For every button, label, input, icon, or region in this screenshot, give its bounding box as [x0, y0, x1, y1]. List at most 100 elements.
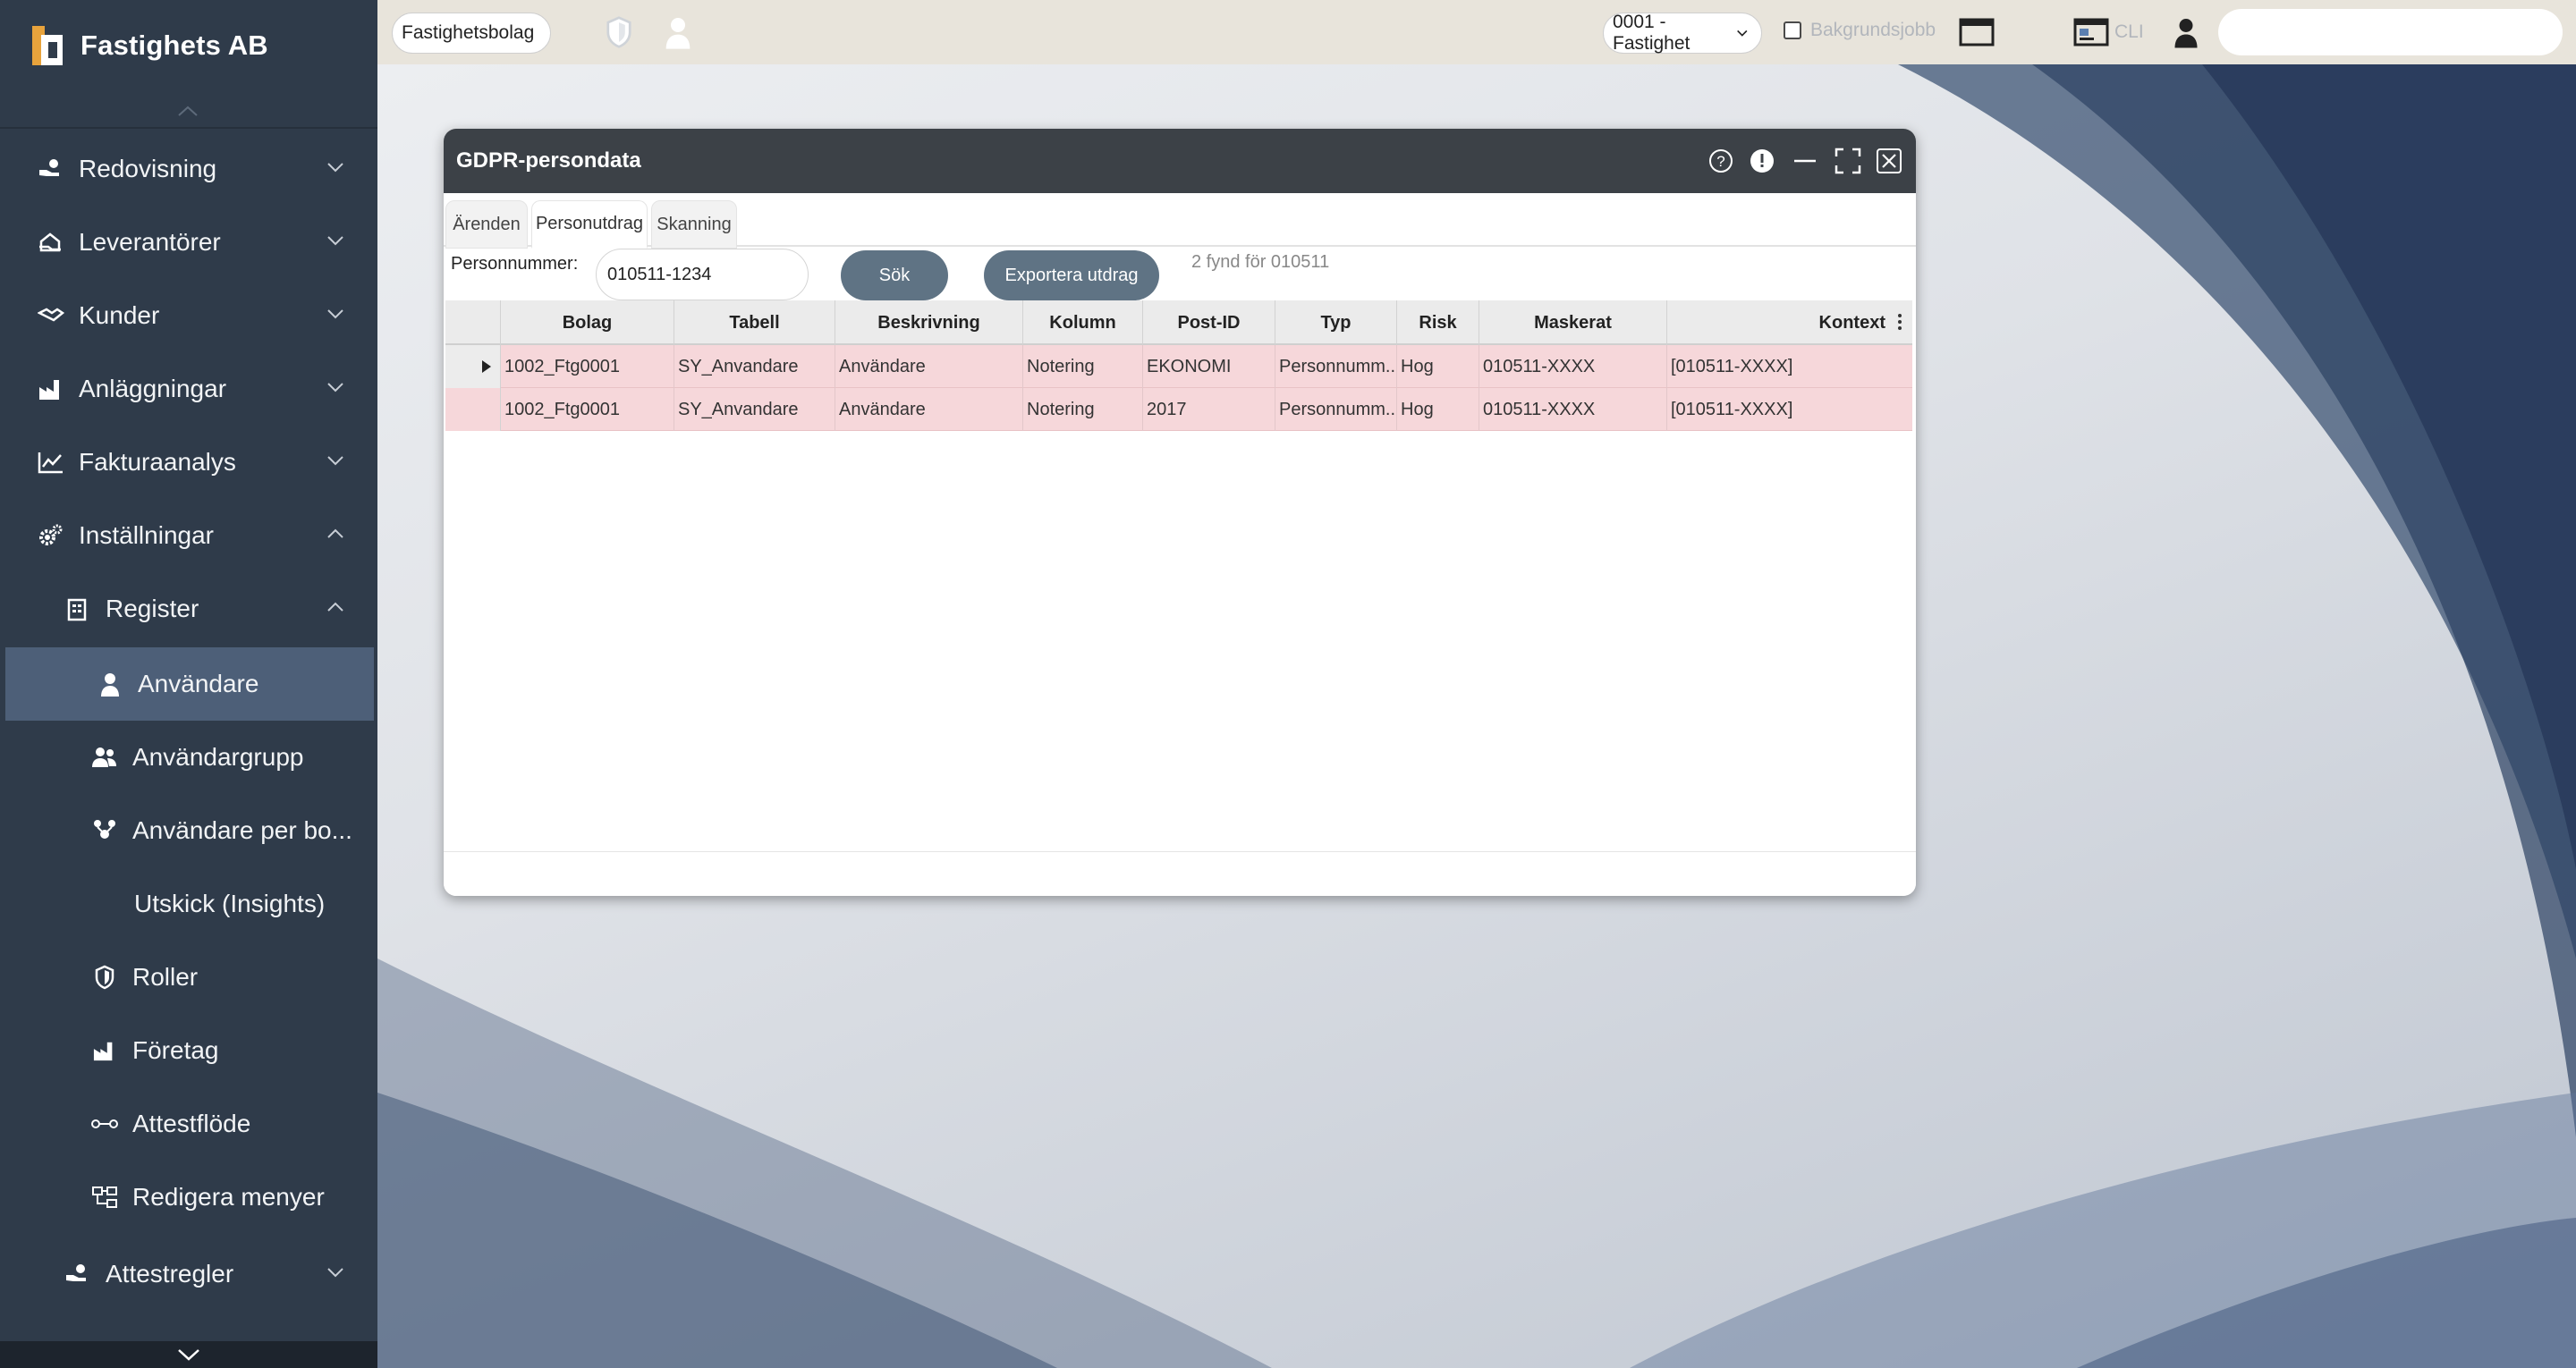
sidebar-item-anvandargrupp[interactable]: Användargrupp: [0, 721, 377, 794]
personnummer-input[interactable]: [596, 249, 809, 300]
sidebar-item-register[interactable]: Register: [0, 572, 377, 646]
column-header-beskrivning[interactable]: Beskrivning: [835, 300, 1023, 345]
global-search-input[interactable]: [2218, 9, 2563, 55]
column-header-post-id[interactable]: Post-ID: [1143, 300, 1275, 345]
sidebar-item-label: Redigera menyer: [132, 1183, 325, 1211]
unit-select[interactable]: 0001 - Fastighet: [1603, 12, 1762, 54]
sidebar-item-roller[interactable]: Roller: [0, 941, 377, 1014]
cell-kolumn: Notering: [1023, 345, 1143, 388]
sidebar-item-label: Leverantörer: [79, 228, 221, 256]
sidebar-item-anvandare[interactable]: Användare: [5, 647, 374, 721]
hand-coins-icon: [63, 1259, 93, 1289]
sidebar-item-anvandare-per-bolag[interactable]: Användare per bo...: [0, 794, 377, 867]
sidebar-item-installningar[interactable]: Inställningar: [0, 499, 377, 572]
register-icon: [63, 594, 93, 624]
minimize-icon[interactable]: [1789, 145, 1821, 177]
sidebar-item-utskick-insights[interactable]: Utskick (Insights): [0, 867, 377, 941]
sidebar-item-redovisning[interactable]: Redovisning: [0, 132, 377, 206]
chevron-down-icon: [327, 1268, 343, 1278]
chevron-down-icon: [327, 236, 343, 246]
scroll-up-icon[interactable]: [175, 100, 200, 118]
sidebar-item-attestflode[interactable]: Attestflöde: [0, 1087, 377, 1161]
tab-personutdrag[interactable]: Personutdrag: [531, 200, 648, 249]
results-grid: Bolag Tabell Beskrivning Kolumn Post-ID …: [445, 300, 1912, 862]
user-icon[interactable]: [658, 13, 698, 52]
supplier-icon: [36, 227, 66, 258]
sidebar-item-label: Företag: [132, 1036, 219, 1064]
column-header-risk[interactable]: Risk: [1397, 300, 1479, 345]
company-select[interactable]: Fastighetsbolag: [392, 13, 551, 54]
sidebar-item-fakturaanalys[interactable]: Fakturaanalys: [0, 426, 377, 499]
tab-skanning[interactable]: Skanning: [651, 200, 737, 249]
cell-risk: Hog: [1397, 388, 1479, 431]
sidebar-item-attestregler[interactable]: Attestregler: [0, 1237, 377, 1311]
cell-kolumn: Notering: [1023, 388, 1143, 431]
sitemap-icon: [89, 1182, 120, 1212]
sidebar-item-redigera-menyer[interactable]: Redigera menyer: [0, 1161, 377, 1234]
column-header-typ[interactable]: Typ: [1275, 300, 1397, 345]
window-icon[interactable]: [1957, 13, 1996, 52]
brand[interactable]: Fastighets AB: [32, 23, 268, 68]
table-row[interactable]: 1002_Ftg0001 SY_Anvandare Användare Note…: [445, 388, 1912, 431]
column-header-kolumn[interactable]: Kolumn: [1023, 300, 1143, 345]
column-header-maskerat[interactable]: Maskerat: [1479, 300, 1667, 345]
row-indicator-header: [445, 300, 501, 345]
company-select-value: Fastighetsbolag: [402, 22, 535, 43]
table-row[interactable]: 1002_Ftg0001 SY_Anvandare Användare Note…: [445, 345, 1912, 388]
sidebar-item-label: Användargrupp: [132, 743, 304, 771]
cli-label[interactable]: CLI: [2114, 21, 2144, 43]
sidebar-item-kunder[interactable]: Kunder: [0, 279, 377, 352]
brand-name: Fastighets AB: [80, 30, 268, 61]
info-icon[interactable]: [1746, 145, 1778, 177]
cell-tabell: SY_Anvandare: [674, 388, 835, 431]
sidebar-item-foretag[interactable]: Företag: [0, 1014, 377, 1087]
users-icon: [89, 742, 120, 773]
top-bar: Fastighetsbolag 0001 - Fastighet Bakgrun…: [377, 0, 2576, 64]
grid-header: Bolag Tabell Beskrivning Kolumn Post-ID …: [445, 300, 1912, 345]
cell-bolag: 1002_Ftg0001: [501, 345, 674, 388]
unit-select-value: 0001 - Fastighet: [1613, 12, 1690, 54]
sidebar-item-label: Utskick (Insights): [134, 890, 326, 917]
terminal-icon[interactable]: [2072, 13, 2111, 52]
personnummer-label: Personnummer:: [451, 254, 579, 274]
sidebar: Fastighets AB Redovisning Leverantörer K…: [0, 0, 377, 1368]
cell-post-id: EKONOMI: [1143, 345, 1275, 388]
export-button[interactable]: Exportera utdrag: [984, 250, 1159, 300]
cell-post-id: 2017: [1143, 388, 1275, 431]
close-icon[interactable]: [1873, 145, 1905, 177]
flow-icon: [89, 1109, 120, 1139]
shield-icon: [89, 962, 120, 992]
column-header-tabell[interactable]: Tabell: [674, 300, 835, 345]
sidebar-item-anlaggningar[interactable]: Anläggningar: [0, 352, 377, 426]
cell-beskrivning: Användare: [835, 388, 1023, 431]
column-menu-icon[interactable]: [1896, 312, 1903, 332]
cell-kontext: [010511-XXXX]: [1671, 399, 1793, 419]
window-footer: [444, 851, 1916, 896]
window-titlebar[interactable]: GDPR-persondata ?: [444, 129, 1916, 193]
result-count: 2 fynd för 010511: [1191, 252, 1330, 272]
hand-coins-icon: [36, 154, 66, 184]
sidebar-item-label: Attestflöde: [132, 1110, 251, 1137]
help-icon[interactable]: ?: [1705, 145, 1737, 177]
cell-typ: Personnumm...: [1275, 345, 1397, 388]
row-indicator: [445, 345, 501, 388]
tab-arenden[interactable]: Ärenden: [445, 200, 528, 249]
shield-icon[interactable]: [599, 13, 639, 52]
account-icon[interactable]: [2166, 13, 2206, 52]
maximize-icon[interactable]: [1832, 145, 1864, 177]
sidebar-item-label: Anläggningar: [79, 375, 227, 402]
cell-risk: Hog: [1397, 345, 1479, 388]
scroll-down-icon[interactable]: [175, 1346, 202, 1364]
factory-icon: [36, 374, 66, 404]
column-header-kontext[interactable]: Kontext: [1667, 300, 1912, 345]
users-network-icon: [89, 815, 120, 846]
column-header-bolag[interactable]: Bolag: [501, 300, 674, 345]
row-indicator: [445, 388, 501, 431]
sidebar-item-label: Inställningar: [79, 521, 214, 549]
sidebar-item-leverantorer[interactable]: Leverantörer: [0, 206, 377, 279]
checkbox[interactable]: [1784, 21, 1801, 39]
cell-bolag: 1002_Ftg0001: [501, 388, 674, 431]
search-button[interactable]: Sök: [841, 250, 948, 300]
sidebar-item-label: Register: [106, 595, 199, 622]
background-jobs-toggle[interactable]: Bakgrundsjobb: [1784, 20, 1936, 41]
